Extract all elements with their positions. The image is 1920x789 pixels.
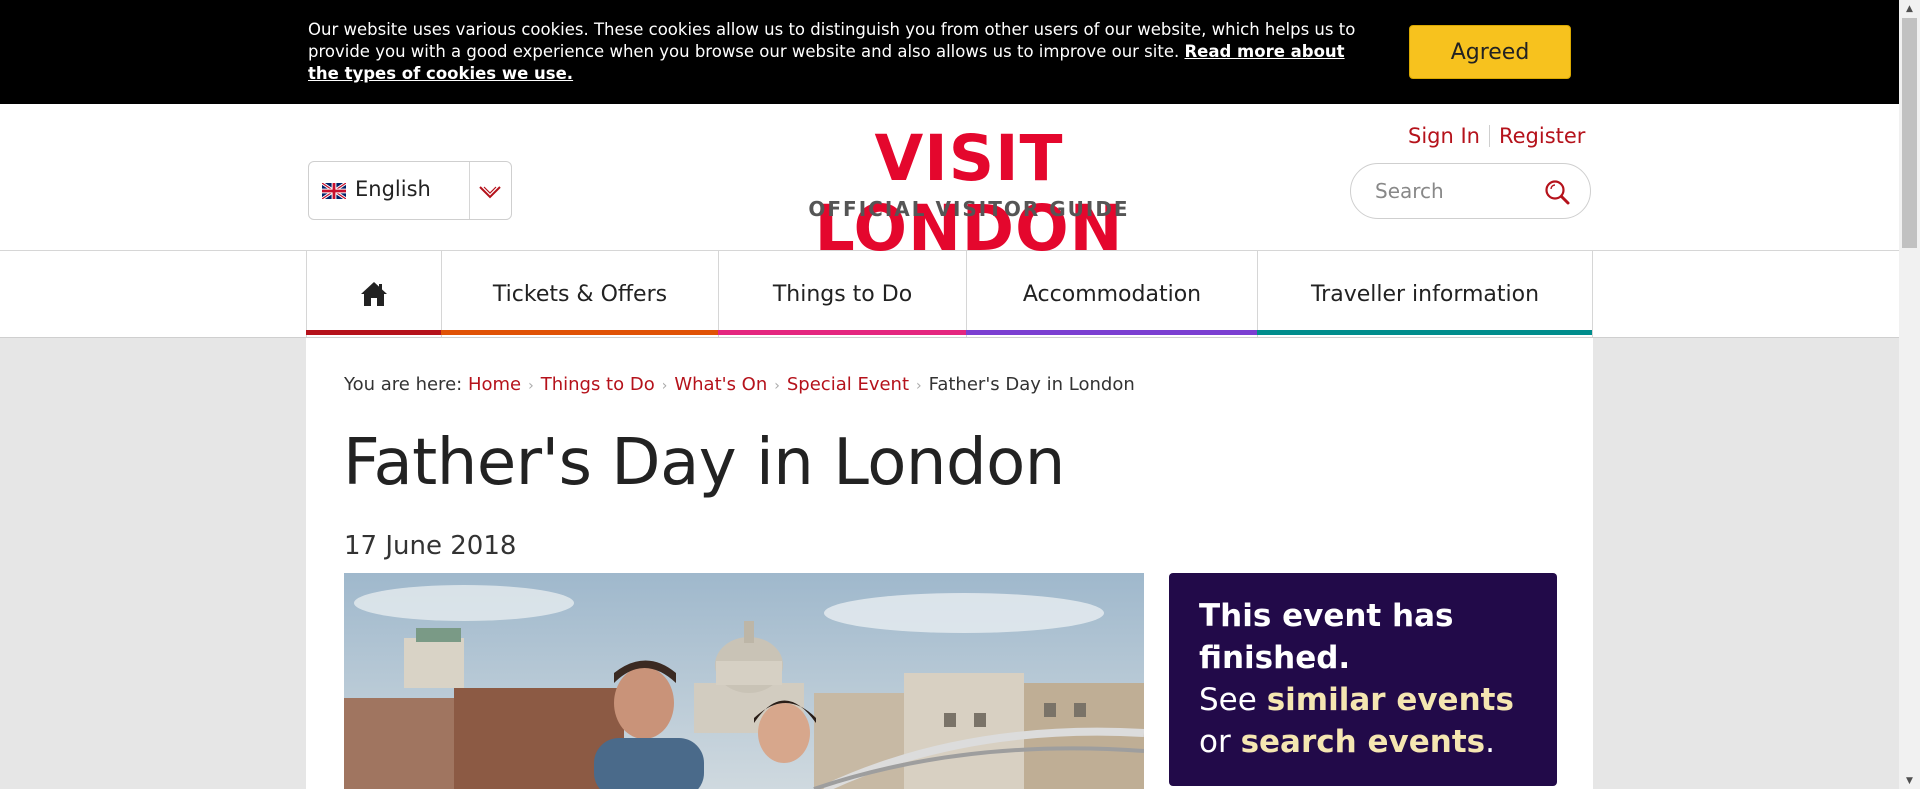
breadcrumb-things-to-do[interactable]: Things to Do bbox=[541, 374, 655, 395]
page-scrollbar[interactable]: ▲ ▼ bbox=[1899, 0, 1920, 789]
london-scene-illustration bbox=[344, 573, 1144, 789]
scroll-up-arrow-icon[interactable]: ▲ bbox=[1899, 0, 1920, 17]
search-events-link[interactable]: search events bbox=[1241, 724, 1486, 760]
nav-traveller-information[interactable]: Traveller information bbox=[1257, 251, 1593, 337]
search-input[interactable] bbox=[1373, 178, 1537, 204]
register-link[interactable]: Register bbox=[1499, 124, 1585, 148]
divider bbox=[1488, 125, 1490, 147]
nav-accent bbox=[718, 330, 966, 335]
breadcrumb-current: Father's Day in London bbox=[928, 374, 1135, 395]
hero-image bbox=[344, 573, 1144, 789]
account-links: Sign In Register bbox=[1408, 124, 1585, 148]
breadcrumb-whats-on[interactable]: What's On bbox=[674, 374, 767, 395]
search-icon[interactable] bbox=[1543, 178, 1571, 206]
nav-accommodation[interactable]: Accommodation bbox=[966, 251, 1257, 337]
chevron-right-icon: › bbox=[528, 378, 534, 394]
scrollbar-thumb[interactable] bbox=[1902, 18, 1917, 248]
nav-label: Accommodation bbox=[1022, 281, 1202, 307]
nav-tickets-offers[interactable]: Tickets & Offers bbox=[441, 251, 718, 337]
nav-accent bbox=[966, 330, 1257, 335]
main-navigation: Tickets & Offers Things to Do Accommodat… bbox=[0, 251, 1899, 338]
chevron-right-icon: › bbox=[774, 378, 780, 394]
breadcrumb: You are here: Home › Things to Do › What's O… bbox=[344, 374, 1135, 395]
event-status-message: See similar events or search events. bbox=[1199, 679, 1527, 763]
breadcrumb-special-event[interactable]: Special Event bbox=[787, 374, 909, 395]
main-content: You are here: Home › Things to Do › What's O… bbox=[306, 338, 1593, 789]
home-icon bbox=[361, 282, 387, 306]
nav-things-to-do[interactable]: Things to Do bbox=[718, 251, 966, 337]
cookie-message: Our website uses various cookies. These … bbox=[308, 19, 1358, 85]
language-select[interactable]: English bbox=[308, 161, 512, 220]
nav-accent bbox=[441, 330, 718, 335]
nav-label: Things to Do bbox=[772, 281, 913, 307]
sign-in-link[interactable]: Sign In bbox=[1408, 124, 1480, 148]
event-date: 17 June 2018 bbox=[344, 531, 517, 561]
event-status-panel: This event has finished. See similar eve… bbox=[1169, 573, 1557, 786]
status-period: . bbox=[1485, 724, 1495, 760]
event-finished-heading: This event has finished. bbox=[1199, 598, 1454, 676]
nav-home[interactable] bbox=[306, 251, 441, 337]
nav-accent bbox=[1257, 330, 1592, 335]
status-or-text: or bbox=[1199, 724, 1231, 760]
site-tagline: OFFICIAL VISITOR GUIDE bbox=[808, 197, 1130, 221]
chevron-right-icon: › bbox=[916, 378, 922, 394]
divider bbox=[469, 162, 470, 219]
nav-label: Tickets & Offers bbox=[492, 281, 668, 307]
nav-home-accent bbox=[306, 330, 441, 335]
search-box bbox=[1350, 163, 1591, 219]
site-header: English VISIT LONDON OFFICIAL VISITOR GU… bbox=[0, 104, 1899, 264]
chevron-down-icon[interactable] bbox=[477, 179, 503, 203]
site-logo[interactable]: VISIT LONDON bbox=[718, 124, 1220, 264]
page-title: Father's Day in London bbox=[343, 426, 1065, 500]
nav-label: Traveller information bbox=[1310, 281, 1540, 307]
language-label: English bbox=[355, 177, 431, 201]
similar-events-link[interactable]: similar events bbox=[1267, 682, 1514, 718]
breadcrumb-home[interactable]: Home bbox=[468, 374, 521, 395]
agreed-button[interactable]: Agreed bbox=[1409, 25, 1571, 79]
uk-flag-icon bbox=[322, 183, 346, 199]
chevron-right-icon: › bbox=[661, 378, 668, 394]
breadcrumb-prefix: You are here: bbox=[344, 374, 463, 395]
scroll-down-arrow-icon[interactable]: ▼ bbox=[1899, 772, 1920, 789]
cookie-banner: Our website uses various cookies. These … bbox=[0, 0, 1899, 104]
status-see-text: See bbox=[1199, 682, 1257, 718]
